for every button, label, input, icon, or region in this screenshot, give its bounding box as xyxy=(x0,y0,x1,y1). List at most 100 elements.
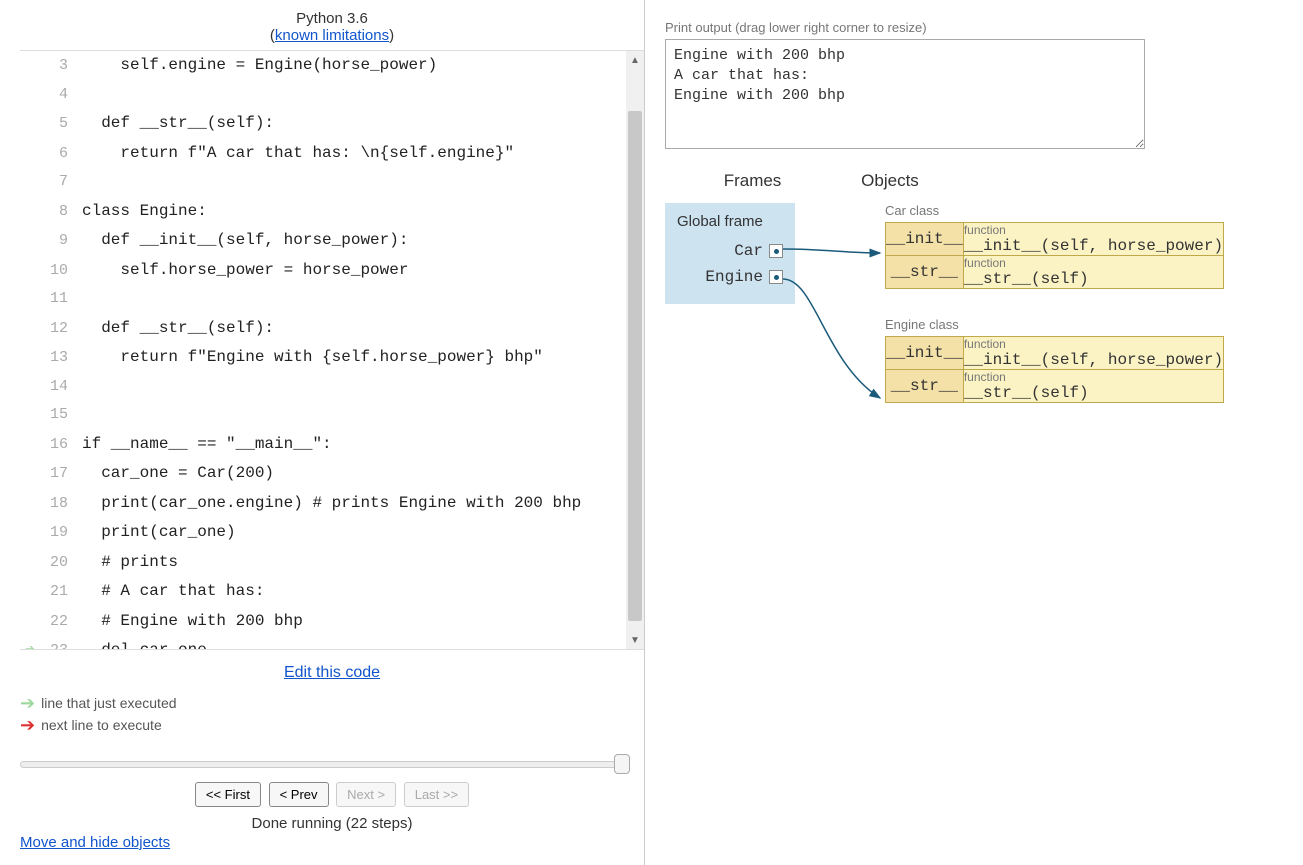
visualization-panel: Print output (drag lower right corner to… xyxy=(645,0,1303,865)
method-name: __str__ xyxy=(886,256,964,289)
language-title: Python 3.6 xyxy=(20,10,644,27)
edit-code-link[interactable]: Edit this code xyxy=(284,664,380,681)
line-number: 14 xyxy=(40,373,68,402)
method-row: __init__function__init__(self, horse_pow… xyxy=(886,223,1224,256)
line-number: 7 xyxy=(40,168,68,197)
method-row: __str__function__str__(self) xyxy=(886,256,1224,289)
status-text: Done running (22 steps) xyxy=(20,815,644,832)
code-text: car_one = Car(200) xyxy=(82,459,274,488)
line-number: 11 xyxy=(40,285,68,314)
code-line: 22 # Engine with 200 bhp xyxy=(20,607,644,637)
code-text: self.engine = Engine(horse_power) xyxy=(82,51,437,80)
code-line: 4 xyxy=(20,81,644,110)
code-line: 15 xyxy=(20,401,644,430)
code-line: 3 self.engine = Engine(horse_power) xyxy=(20,51,644,81)
code-line: 8class Engine: xyxy=(20,197,644,227)
objects-header: Objects xyxy=(840,171,940,191)
prev-button[interactable]: < Prev xyxy=(269,782,329,807)
function-label: function xyxy=(964,337,1223,351)
code-line: 19 print(car_one) xyxy=(20,518,644,548)
limitations-line: (known limitations) xyxy=(20,27,644,44)
code-line: ➔23 del car_one xyxy=(20,636,644,650)
code-text: self.horse_power = horse_power xyxy=(82,256,408,285)
frame-variable: Car xyxy=(677,238,783,264)
scroll-down-icon[interactable]: ▼ xyxy=(626,631,644,649)
line-number: 17 xyxy=(40,460,68,489)
step-slider[interactable] xyxy=(20,754,630,774)
code-line: 11 xyxy=(20,285,644,314)
code-line: 5 def __str__(self): xyxy=(20,109,644,139)
step-controls: << First < Prev Next > Last >> xyxy=(20,782,644,807)
line-number: 21 xyxy=(40,578,68,607)
method-row: __str__function__str__(self) xyxy=(886,370,1224,403)
legend-next-label: next line to execute xyxy=(41,714,162,736)
frame-variable: Engine xyxy=(677,264,783,290)
reference-port xyxy=(769,270,783,284)
class-block: Car class __init__function__init__(self, … xyxy=(885,203,1224,289)
print-output[interactable]: Engine with 200 bhp A car that has: Engi… xyxy=(665,39,1145,149)
function-label: function xyxy=(964,256,1223,270)
frames-header: Frames xyxy=(665,171,840,191)
scroll-thumb[interactable] xyxy=(628,111,642,621)
code-text: def __str__(self): xyxy=(82,109,274,138)
code-text: if __name__ == "__main__": xyxy=(82,430,332,459)
method-body: function__str__(self) xyxy=(963,256,1223,289)
code-line: 6 return f"A car that has: \n{self.engin… xyxy=(20,139,644,169)
line-number: 5 xyxy=(40,110,68,139)
code-line: 18 print(car_one.engine) # prints Engine… xyxy=(20,489,644,519)
line-number: 16 xyxy=(40,431,68,460)
executed-arrow-icon: ➔ xyxy=(20,636,40,650)
global-frame-title: Global frame xyxy=(677,213,783,230)
code-line: 17 car_one = Car(200) xyxy=(20,459,644,489)
line-number: 12 xyxy=(40,315,68,344)
first-button[interactable]: << First xyxy=(195,782,261,807)
move-hide-objects-link[interactable]: Move and hide objects xyxy=(20,834,170,851)
legend: ➔ line that just executed ➔ next line to… xyxy=(20,692,644,736)
line-number: 13 xyxy=(40,344,68,373)
code-editor[interactable]: 3 self.engine = Engine(horse_power)45 de… xyxy=(20,50,644,650)
code-text: return f"Engine with {self.horse_power} … xyxy=(82,343,543,372)
line-number: 19 xyxy=(40,519,68,548)
code-text: # prints xyxy=(82,548,178,577)
line-number: 22 xyxy=(40,608,68,637)
code-line: 14 xyxy=(20,373,644,402)
slider-thumb[interactable] xyxy=(614,754,630,774)
output-label: Print output (drag lower right corner to… xyxy=(665,20,1283,35)
code-line: 12 def __str__(self): xyxy=(20,314,644,344)
line-number: 9 xyxy=(40,227,68,256)
code-line: 7 xyxy=(20,168,644,197)
function-signature: __str__(self) xyxy=(964,384,1223,402)
next-button[interactable]: Next > xyxy=(336,782,396,807)
line-number: 15 xyxy=(40,401,68,430)
next-arrow-icon: ➔ xyxy=(20,716,35,734)
language-header: Python 3.6 (known limitations) xyxy=(20,10,644,44)
method-body: function__str__(self) xyxy=(963,370,1223,403)
code-text: print(car_one) xyxy=(82,518,236,547)
function-label: function xyxy=(964,223,1223,237)
class-label: Car class xyxy=(885,203,1224,218)
last-button[interactable]: Last >> xyxy=(404,782,469,807)
known-limitations-link[interactable]: known limitations xyxy=(275,27,389,44)
line-number: 6 xyxy=(40,140,68,169)
code-line: 13 return f"Engine with {self.horse_powe… xyxy=(20,343,644,373)
variable-name: Car xyxy=(734,242,763,260)
code-panel: Python 3.6 (known limitations) 3 self.en… xyxy=(0,0,645,865)
variable-name: Engine xyxy=(705,268,763,286)
legend-executed-label: line that just executed xyxy=(41,692,176,714)
code-line: 20 # prints xyxy=(20,548,644,578)
code-text: def __init__(self, horse_power): xyxy=(82,226,408,255)
line-number: 4 xyxy=(40,81,68,110)
scroll-up-icon[interactable]: ▲ xyxy=(626,51,644,69)
line-number: 20 xyxy=(40,549,68,578)
class-block: Engine class__init__function__init__(sel… xyxy=(885,317,1224,403)
code-text: print(car_one.engine) # prints Engine wi… xyxy=(82,489,581,518)
method-name: __init__ xyxy=(886,337,964,370)
code-text: # A car that has: xyxy=(82,577,264,606)
line-number: 8 xyxy=(40,198,68,227)
viz-body: Global frame Car Engine Car class __init__… xyxy=(665,203,1283,304)
line-number: 18 xyxy=(40,490,68,519)
line-number: 23 xyxy=(40,637,68,650)
code-scrollbar[interactable]: ▲ ▼ xyxy=(626,51,644,649)
global-frame: Global frame Car Engine xyxy=(665,203,795,304)
method-row: __init__function__init__(self, horse_pow… xyxy=(886,337,1224,370)
